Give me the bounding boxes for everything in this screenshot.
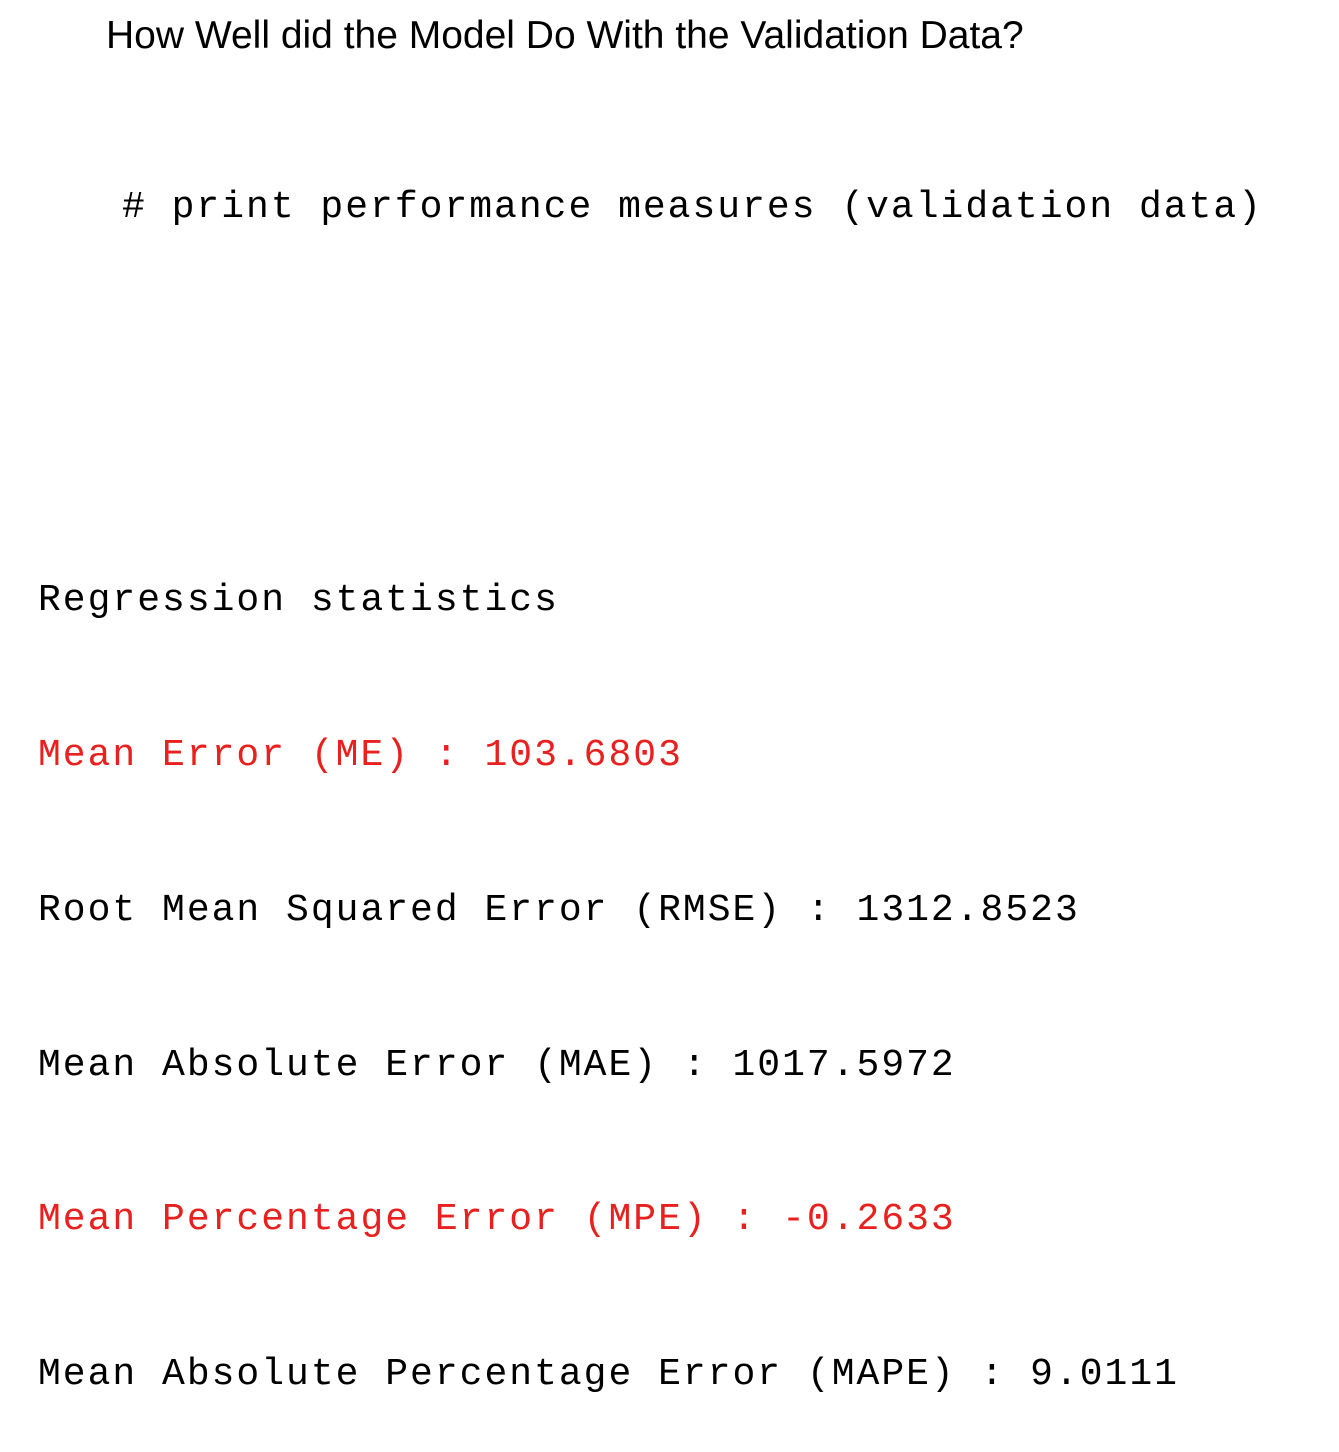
mae-line: Mean Absolute Error (MAE) : 1017.5972 xyxy=(38,1043,956,1087)
code-comment: # print performance measures (validation… xyxy=(122,186,1263,229)
slide-title: How Well did the Model Do With the Valid… xyxy=(106,14,1024,57)
mean-error-line: Mean Error (ME) : 103.6803 xyxy=(38,733,683,777)
slide: { "title": "How Well did the Model Do Wi… xyxy=(0,0,1339,1396)
output-heading: Regression statistics xyxy=(38,579,559,623)
regression-output: Regression statistics Mean Error (ME) : … xyxy=(38,472,1179,1452)
rmse-line: Root Mean Squared Error (RMSE) : 1312.85… xyxy=(38,888,1080,932)
mpe-line: Mean Percentage Error (MPE) : -0.2633 xyxy=(38,1198,956,1242)
mape-line: Mean Absolute Percentage Error (MAPE) : … xyxy=(38,1353,1179,1397)
